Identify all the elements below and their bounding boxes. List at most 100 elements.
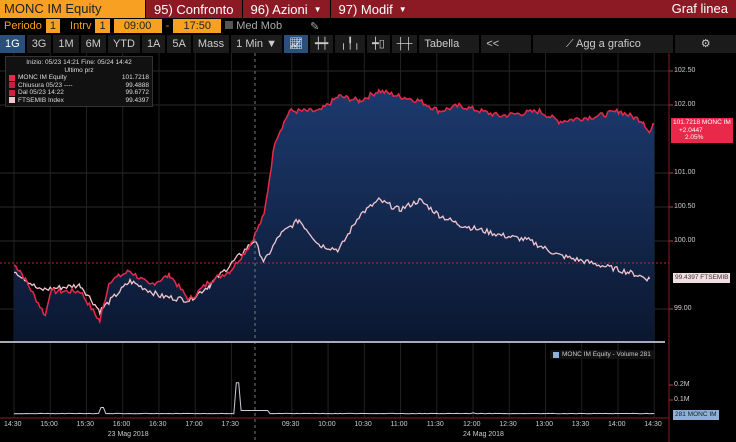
pencil-icon[interactable]: ✎: [310, 20, 319, 33]
range-1g[interactable]: 1G: [0, 35, 25, 53]
hlc-icon[interactable]: ┼┼: [391, 35, 418, 53]
candle-icon[interactable]: ┿▯: [367, 35, 390, 53]
ohlc-icon[interactable]: ┿┿: [309, 35, 334, 53]
range-1a[interactable]: 1A: [141, 35, 166, 53]
y-tick-label: 99.00: [674, 305, 692, 312]
x-tick-label: 15:30: [76, 421, 94, 428]
volume-line: [13, 382, 655, 415]
add-chart-label: Agg a grafico: [576, 38, 641, 50]
x-tick-label: 14:00: [608, 421, 626, 428]
volume-legend-label: MONC IM Equity - Volume 281: [562, 351, 651, 358]
tag-change-pct: 2.05%: [685, 134, 704, 141]
period-input[interactable]: 1: [45, 19, 61, 33]
bar-chart-icon[interactable]: ╷╿╷: [335, 35, 366, 53]
dropdown-icon: ▼: [398, 4, 407, 14]
x-tick-label: 10:30: [354, 421, 372, 428]
date-label: 24 Mag 2018: [463, 431, 504, 438]
swatch-icon: [9, 89, 15, 96]
y-tick-label: 102.50: [674, 67, 696, 74]
chart-legend: Inizio: 05/23 14:21 Fine: 05/24 14:42 Ul…: [5, 56, 153, 107]
legend-value: 99.4397: [125, 96, 150, 104]
monc-last-price-tag: 101.7218 MONC IM +2.0447 2.05%: [671, 118, 733, 143]
range-max[interactable]: Mass: [192, 35, 230, 53]
x-tick-label: 16:00: [112, 421, 131, 428]
x-tick-label: 14:30: [4, 421, 22, 428]
x-tick-label: 10:00: [318, 421, 336, 428]
x-tick-label: 11:30: [426, 421, 444, 428]
swatch-icon: [9, 82, 15, 89]
volume-legend: MONC IM Equity - Volume 281: [550, 350, 654, 359]
modify-menu[interactable]: 97) Modif ▼: [329, 0, 415, 18]
legend-label: FTSEMIB Index: [18, 96, 64, 104]
interval-select[interactable]: 1 Min ▼: [231, 35, 282, 53]
settings-button[interactable]: ⚙: [675, 35, 736, 53]
collapse-button[interactable]: <<: [481, 35, 532, 53]
y-tick-label: 100.50: [674, 203, 696, 210]
x-tick-label: 12:30: [499, 421, 517, 428]
x-tick-label: 13:30: [571, 421, 590, 428]
x-tick-label: 09:30: [281, 421, 300, 428]
title-bar: MONC IM Equity 95) Confronto 96) Azioni ▼…: [0, 0, 736, 18]
legend-range: Inizio: 05/23 14:21 Fine: 05/24 14:42: [26, 59, 132, 66]
checkbox-icon: [225, 21, 234, 29]
volume-tag: 281 MONC IM: [673, 410, 719, 420]
legend-item[interactable]: MONC IM Equity 101.7218: [9, 74, 149, 82]
compare-button[interactable]: 95) Confronto: [145, 0, 242, 18]
y-tick-label: 100.00: [674, 237, 696, 244]
interval-label: Intrv: [70, 20, 92, 32]
volume-tick-label: 0.2M: [674, 381, 690, 388]
x-tick-label: 13:00: [535, 421, 554, 428]
x-tick-label: 14:30: [644, 421, 662, 428]
add-chart-icon: ⟋: [565, 38, 577, 50]
x-tick-label: 12:00: [463, 421, 481, 428]
legend-value: 101.7218: [121, 74, 149, 81]
period-label: Periodo: [4, 20, 42, 32]
range-1m[interactable]: 1M: [53, 35, 79, 53]
legend-label: Chiusura 05/23 ----: [18, 81, 73, 89]
x-tick-label: 17:00: [185, 421, 203, 428]
range-5a[interactable]: 5A: [167, 35, 191, 53]
legend-item[interactable]: Dal 05/23 14:22 99.6772: [9, 89, 149, 97]
range-toolbar: 1G 3G 1M 6M YTD 1A 5A Mass 1 Min ▼ 📈︎ ┿┿…: [0, 35, 736, 53]
tag-price: 101.7218 MONC IM: [673, 119, 731, 126]
x-tick-label: 11:00: [390, 421, 408, 428]
legend-value: 99.6772: [125, 89, 150, 96]
ftse-last-price-tag: 99.4397 FTSEMIB: [673, 273, 731, 283]
table-button[interactable]: Tabella: [419, 35, 480, 53]
x-tick-label: 17:30: [221, 421, 239, 428]
moving-average-toggle[interactable]: Med Mob: [225, 20, 282, 32]
end-time-input[interactable]: 17:50: [173, 19, 222, 33]
legend-label: MONC IM Equity: [18, 74, 67, 81]
legend-value: 99.4888: [125, 81, 150, 89]
line-chart-icon[interactable]: 📈︎: [284, 35, 308, 53]
x-tick-label: 15:00: [40, 421, 58, 428]
range-6m[interactable]: 6M: [80, 35, 106, 53]
swatch-icon: [553, 351, 559, 358]
ticker-field[interactable]: MONC IM Equity: [0, 0, 145, 18]
start-time-input[interactable]: 09:00: [113, 19, 162, 33]
range-ytd[interactable]: YTD: [107, 35, 140, 53]
date-label: 23 Mag 2018: [107, 431, 149, 438]
legend-subtitle: Ultimo prz: [64, 66, 94, 74]
legend-item[interactable]: Chiusura 05/23 ---- 99.4888: [9, 82, 149, 90]
interval-input[interactable]: 1: [95, 19, 110, 33]
legend-item[interactable]: FTSEMIB Index 99.4397: [9, 97, 149, 105]
y-tick-label: 101.00: [674, 169, 696, 176]
price-chart[interactable]: [0, 53, 736, 442]
swatch-icon: [9, 74, 15, 81]
volume-tick-label: 0.1M: [674, 396, 690, 403]
range-3g[interactable]: 3G: [26, 35, 52, 53]
tag-change: +2.0447: [679, 126, 703, 134]
legend-label: Dal 05/23 14:22: [18, 89, 64, 96]
modify-label: 97) Modif: [338, 1, 393, 17]
moving-average-label: Med Mob: [236, 20, 283, 32]
swatch-icon: [9, 97, 15, 104]
controls-bar: Periodo 1 Intrv 1 09:00 - 17:50 Med Mob …: [0, 18, 736, 34]
actions-menu[interactable]: 96) Azioni ▼: [241, 0, 330, 18]
time-separator: -: [165, 20, 170, 32]
add-to-chart-button[interactable]: ⟋ Agg a grafico: [533, 35, 674, 53]
dropdown-icon: ▼: [313, 4, 322, 14]
chart-type-label: Graf linea: [671, 1, 728, 16]
x-tick-label: 16:30: [148, 421, 167, 428]
actions-label: 96) Azioni: [250, 1, 308, 17]
